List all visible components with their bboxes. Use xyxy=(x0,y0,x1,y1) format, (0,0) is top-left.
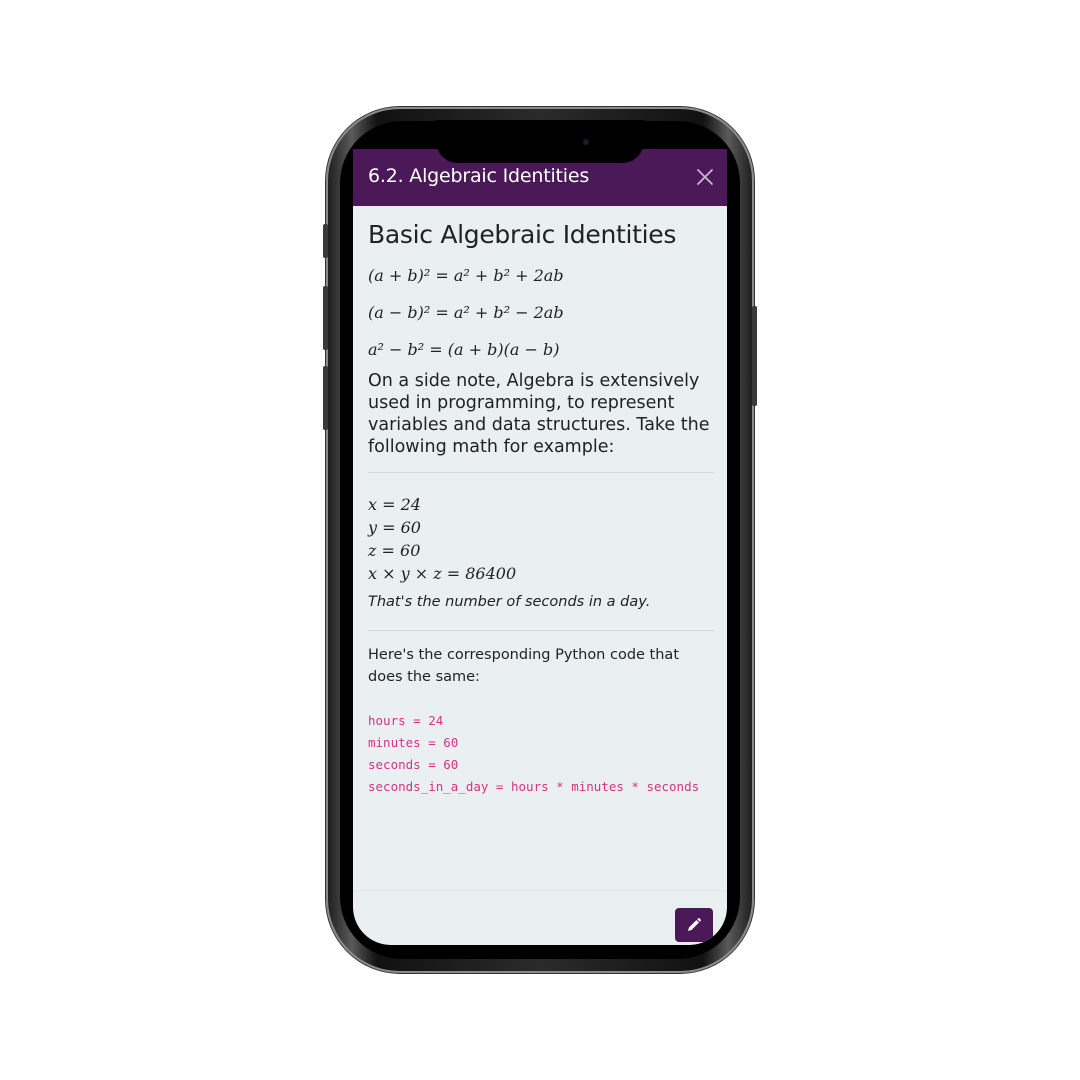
equation-y: y = 60 xyxy=(368,518,421,537)
phone-side-button xyxy=(323,224,328,258)
equation-product: x × y × z = 86400 xyxy=(368,564,517,583)
camera-icon xyxy=(583,139,589,145)
equation-z: z = 60 xyxy=(368,541,421,560)
seconds-note: That's the number of seconds in a day. xyxy=(368,594,651,610)
code-line: hours = 24 xyxy=(368,713,444,728)
close-icon[interactable] xyxy=(695,167,715,187)
identity-1: (a + b)² = a² + b² + 2ab xyxy=(368,266,564,285)
code-line: minutes = 60 xyxy=(368,735,459,750)
side-note-paragraph: On a side note, Algebra is extensively u… xyxy=(368,371,710,457)
phone-volume-down-button xyxy=(323,366,328,430)
phone-power-button xyxy=(752,306,757,406)
divider xyxy=(368,472,714,473)
equation-x: x = 24 xyxy=(368,495,421,514)
code-line: seconds_in_a_day = hours * minutes * sec… xyxy=(368,779,700,794)
app-screen: 6.2. Algebraic Identities Basic Algebrai… xyxy=(353,149,727,945)
section-heading: Basic Algebraic Identities xyxy=(368,220,677,249)
divider xyxy=(368,630,714,631)
identity-2: (a − b)² = a² + b² − 2ab xyxy=(368,303,564,322)
edit-button[interactable] xyxy=(675,908,713,942)
footer-divider xyxy=(353,890,727,891)
code-intro-paragraph: Here's the corresponding Python code tha… xyxy=(368,647,680,685)
phone-volume-up-button xyxy=(323,286,328,350)
pencil-icon xyxy=(688,918,701,931)
page-title: 6.2. Algebraic Identities xyxy=(368,165,590,187)
identity-3: a² − b² = (a + b)(a − b) xyxy=(368,340,560,359)
phone-notch xyxy=(436,120,644,163)
code-line: seconds = 60 xyxy=(368,757,459,772)
